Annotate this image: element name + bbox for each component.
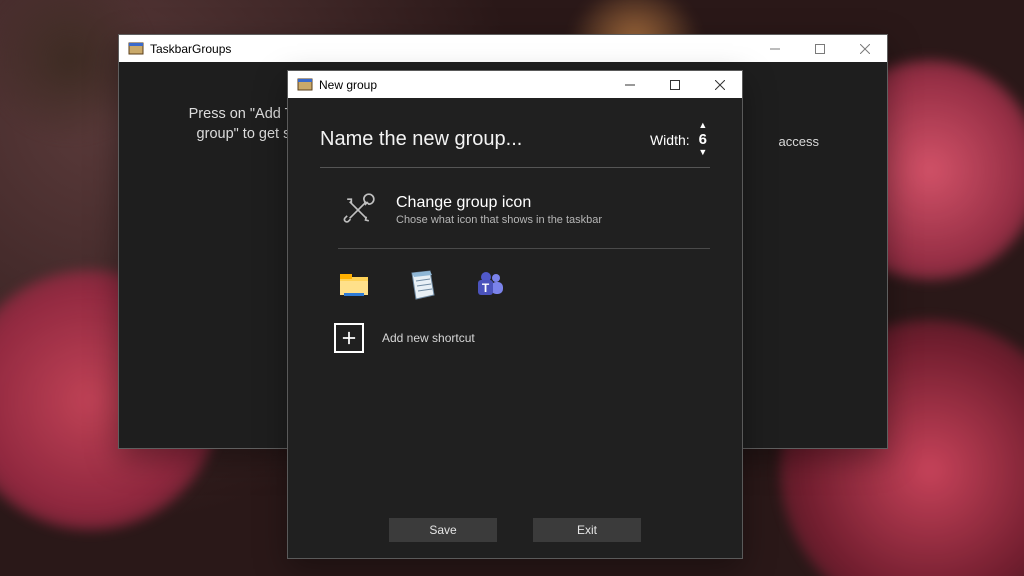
notepad-icon [406,269,438,301]
file-explorer-icon [338,269,370,301]
maximize-button[interactable] [797,35,842,62]
width-decrement-button[interactable]: ▼ [698,149,707,157]
svg-text:T: T [482,281,490,295]
tools-icon [338,190,378,230]
close-button[interactable] [842,35,887,62]
access-label: access [779,134,819,149]
dialog-footer: Save Exit [288,518,742,542]
change-icon-texts: Change group icon Chose what icon that s… [396,194,602,226]
change-icon-title: Change group icon [396,194,602,212]
microsoft-teams-icon: T [474,269,506,301]
minimize-button[interactable] [752,35,797,62]
add-shortcut-row[interactable]: Add new shortcut [320,317,710,353]
app-icon [128,41,144,57]
dialog-maximize-button[interactable] [652,71,697,98]
main-window-title: TaskbarGroups [150,42,231,56]
group-name-input[interactable]: Name the new group... [320,128,650,151]
shortcut-row: T [320,265,710,317]
dialog-titlebar[interactable]: New group [288,71,742,98]
shortcut-microsoft-teams[interactable]: T [474,269,506,301]
exit-button[interactable]: Exit [533,518,641,542]
dialog-title: New group [319,78,377,92]
width-spinner: ▲ 6 ▼ [696,122,710,157]
app-icon [297,77,313,93]
main-window-titlebar[interactable]: TaskbarGroups [119,35,887,62]
plus-icon [334,323,364,353]
add-shortcut-label: Add new shortcut [382,331,475,345]
change-icon-row[interactable]: Change group icon Chose what icon that s… [338,184,710,249]
shortcut-file-explorer[interactable] [338,269,370,301]
dialog-close-button[interactable] [697,71,742,98]
width-label: Width: [650,132,690,148]
width-increment-button[interactable]: ▲ [698,122,707,130]
dialog-body: Name the new group... Width: ▲ 6 ▼ [288,98,742,353]
shortcut-notepad[interactable] [406,269,438,301]
dialog-minimize-button[interactable] [607,71,652,98]
save-button[interactable]: Save [389,518,497,542]
new-group-dialog: New group Name the new group... Width: ▲… [287,70,743,559]
name-row: Name the new group... Width: ▲ 6 ▼ [320,122,710,168]
change-icon-subtitle: Chose what icon that shows in the taskba… [396,214,602,226]
